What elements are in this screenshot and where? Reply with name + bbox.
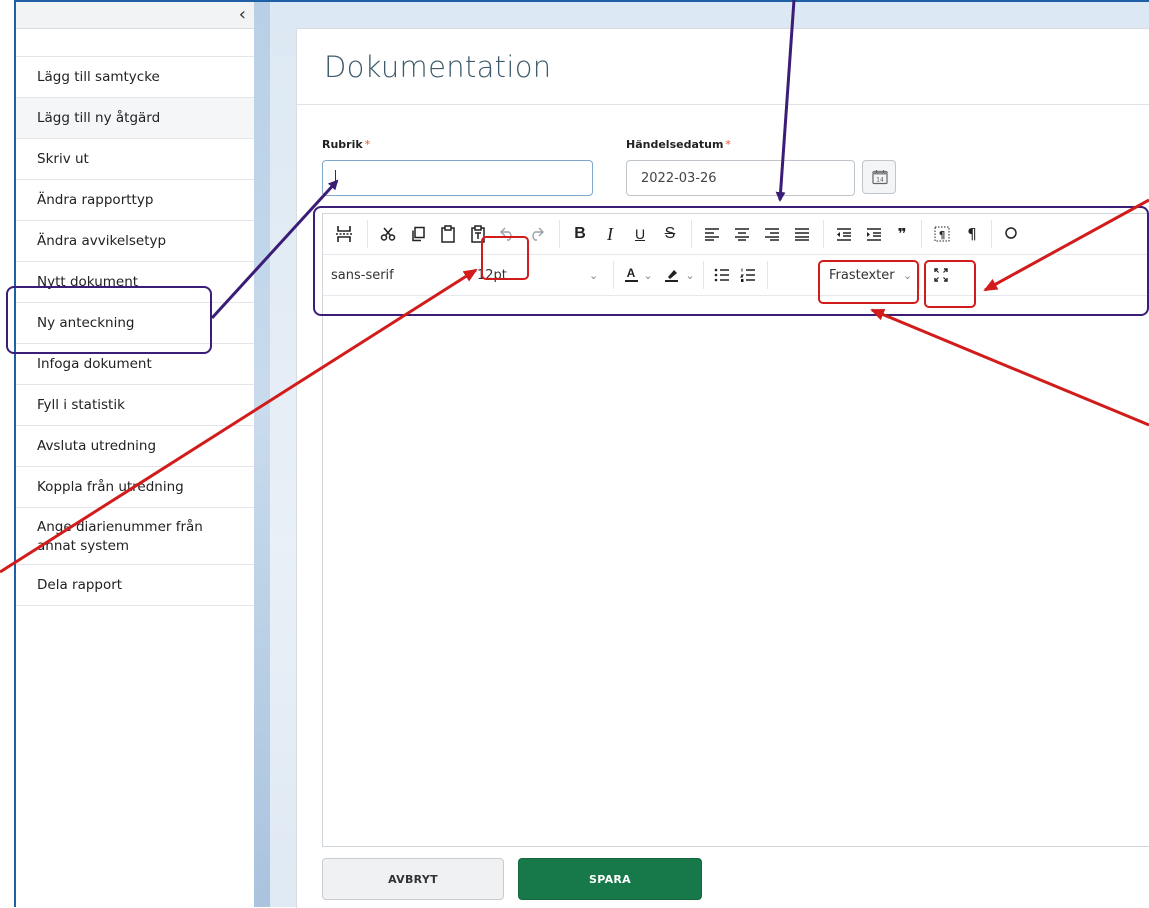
title-divider [297, 104, 1149, 105]
font-family-select[interactable]: sans-serif [331, 263, 471, 287]
sidebar-item-dela-rapport[interactable]: Dela rapport [16, 565, 254, 606]
calendar-button[interactable]: 14 [862, 160, 896, 194]
sidebar-item-label: Ändra avvikelsetyp [37, 233, 167, 249]
bold-icon[interactable]: B [567, 220, 593, 248]
sidebar-item-nytt-dokument[interactable]: Nytt dokument [16, 262, 254, 303]
sidebar-item-lagg-till-samtycke[interactable]: Lägg till samtycke [16, 57, 254, 98]
page-break-icon[interactable] [331, 220, 357, 248]
required-marker: * [725, 138, 731, 151]
indent-icon[interactable] [861, 220, 887, 248]
sidebar-item-label: Lägg till ny åtgärd [37, 110, 161, 126]
sidebar-item-andra-avvikelsetyp[interactable]: Ändra avvikelsetyp [16, 221, 254, 262]
highlight-color-icon[interactable] [659, 261, 685, 289]
numbered-list-icon[interactable] [735, 261, 761, 289]
sidebar-item-label: Fyll i statistik [37, 397, 125, 413]
sidebar-item-ange-diarienummer[interactable]: Ange diarienummer från annat system [16, 508, 254, 565]
sidebar-item-label: Skriv ut [37, 151, 89, 167]
cut-icon[interactable] [375, 220, 401, 248]
sidebar-menu: Lägg till samtycke Lägg till ny åtgärd S… [16, 56, 254, 606]
sidebar-item-label: Ange diarienummer från annat system [37, 519, 203, 554]
cancel-button[interactable]: AVBRYT [322, 858, 504, 900]
chevron-down-icon[interactable]: ⌄ [683, 261, 697, 289]
pilcrow-icon[interactable]: ¶ [959, 220, 985, 248]
toolbar-separator [367, 220, 368, 248]
frastexter-dropdown[interactable]: Frastexter ⌄ [829, 263, 919, 287]
sidebar-item-lagg-till-ny-atgard[interactable]: Lägg till ny åtgärd [16, 98, 254, 139]
paste-as-text-icon[interactable] [465, 220, 491, 248]
rubrik-label: Rubrik * [322, 138, 370, 151]
rich-text-editor[interactable]: B I U S ❞ ¶ ¶ sans-serif 12pt ⌄ A ⌄ ⌄ Fr… [322, 213, 1149, 847]
chevron-down-icon: ⌄ [589, 268, 599, 282]
redo-icon[interactable] [523, 220, 549, 248]
rubrik-label-text: Rubrik [322, 138, 363, 151]
copy-icon[interactable] [405, 220, 431, 248]
sidebar-item-label: Ny anteckning [37, 315, 135, 331]
toolbar-separator [559, 220, 560, 248]
sidebar-item-koppla-fran-utredning[interactable]: Koppla från utredning [16, 467, 254, 508]
date-input[interactable]: 2022-03-26 [626, 160, 855, 196]
sidebar-item-ny-anteckning[interactable]: Ny anteckning [16, 303, 254, 344]
editor-toolbar-row-1: B I U S ❞ ¶ ¶ [323, 214, 1149, 255]
toolbar-separator [991, 220, 992, 248]
bullet-list-icon[interactable] [709, 261, 735, 289]
search-icon[interactable] [999, 220, 1025, 248]
show-blocks-icon[interactable]: ¶ [929, 220, 955, 248]
paste-icon[interactable] [435, 220, 461, 248]
required-marker: * [364, 138, 371, 151]
sidebar-item-avsluta-utredning[interactable]: Avsluta utredning [16, 426, 254, 467]
font-family-value: sans-serif [331, 267, 394, 283]
blockquote-icon[interactable]: ❞ [889, 220, 915, 248]
sidebar-item-skriv-ut[interactable]: Skriv ut [16, 139, 254, 180]
align-right-icon[interactable] [759, 220, 785, 248]
sidebar-item-fyll-i-statistik[interactable]: Fyll i statistik [16, 385, 254, 426]
rubrik-input[interactable] [322, 160, 593, 196]
fullscreen-icon[interactable] [928, 261, 954, 289]
sidebar-item-infoga-dokument[interactable]: Infoga dokument [16, 344, 254, 385]
sidebar-item-label: Ändra rapporttyp [37, 192, 154, 208]
svg-text:A: A [627, 266, 636, 280]
undo-icon[interactable] [495, 220, 521, 248]
sidebar-item-label: Koppla från utredning [37, 479, 184, 495]
sidebar-item-label: Nytt dokument [37, 274, 139, 290]
toolbar-separator [921, 220, 922, 248]
sidebar-divider-strip [254, 2, 270, 907]
sidebar-item-label: Lägg till samtycke [37, 69, 160, 85]
font-size-select[interactable]: 12pt ⌄ [477, 263, 603, 287]
save-button[interactable]: SPARA [518, 858, 702, 900]
italic-icon[interactable]: I [597, 220, 623, 248]
toolbar-separator [823, 220, 824, 248]
align-center-icon[interactable] [729, 220, 755, 248]
align-justify-icon[interactable] [789, 220, 815, 248]
editor-toolbar-row-2: sans-serif 12pt ⌄ A ⌄ ⌄ Frastexter ⌄ [323, 255, 1149, 296]
sidebar-item-label: Dela rapport [37, 577, 123, 593]
sidebar-item-label: Infoga dokument [37, 356, 152, 372]
font-size-value: 12pt [477, 267, 507, 283]
toolbar-separator [919, 261, 920, 289]
svg-text:¶: ¶ [939, 230, 945, 241]
date-label-text: Händelsedatum [626, 138, 724, 151]
text-caret [335, 170, 336, 187]
page-title: Dokumentation [324, 50, 552, 84]
sidebar-collapse-bar: ‹ [16, 2, 254, 29]
strikethrough-icon[interactable]: S [657, 220, 683, 248]
chevron-down-icon: ⌄ [903, 268, 913, 282]
underline-icon[interactable]: U [627, 220, 653, 248]
svg-text:14: 14 [876, 177, 884, 184]
outdent-icon[interactable] [831, 220, 857, 248]
align-left-icon[interactable] [699, 220, 725, 248]
chevron-left-icon[interactable]: ‹ [239, 4, 246, 26]
chevron-down-icon[interactable]: ⌄ [641, 261, 655, 289]
calendar-icon: 14 [872, 170, 888, 185]
toolbar-separator [691, 220, 692, 248]
date-label: Händelsedatum * [626, 138, 731, 151]
toolbar-separator [703, 261, 704, 289]
frastexter-label: Frastexter [829, 267, 895, 283]
sidebar-item-andra-rapporttyp[interactable]: Ändra rapporttyp [16, 180, 254, 221]
toolbar-separator [613, 261, 614, 289]
sidebar-item-label: Avsluta utredning [37, 438, 157, 454]
toolbar-separator [767, 261, 768, 289]
sidebar: ‹ Lägg till samtycke Lägg till ny åtgärd… [16, 2, 254, 907]
